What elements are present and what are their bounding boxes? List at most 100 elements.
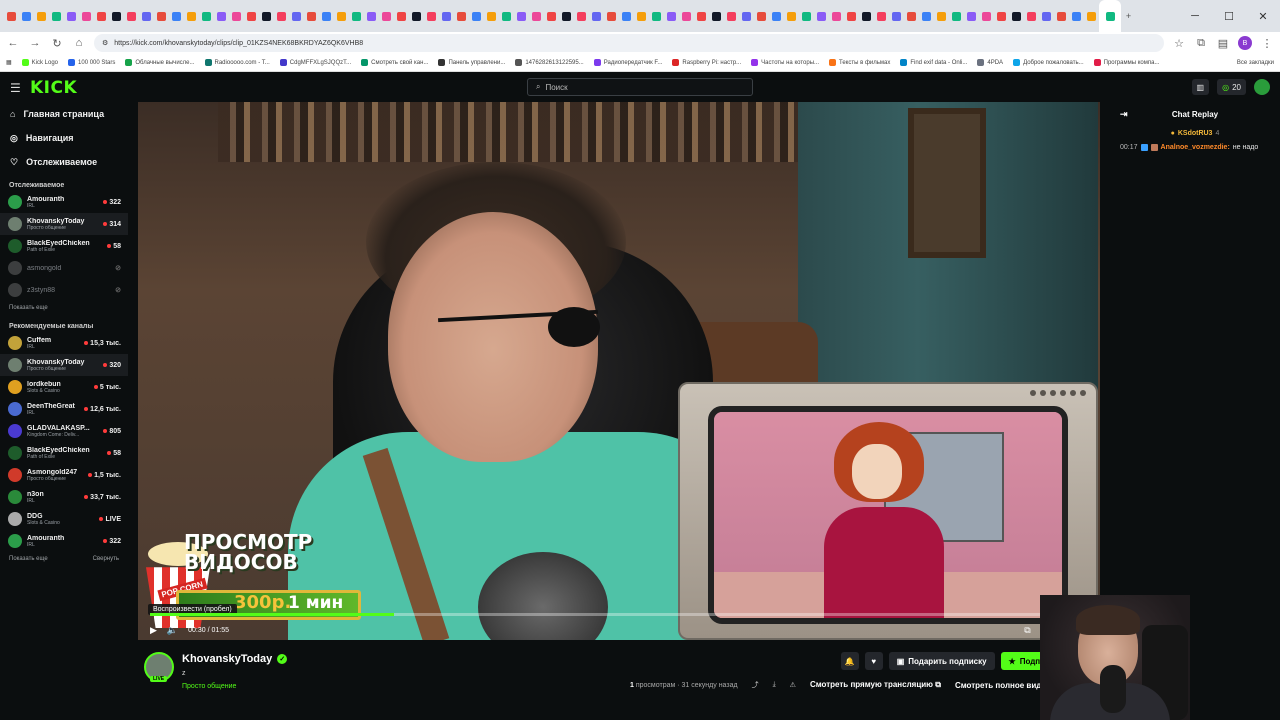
browser-tab[interactable]	[694, 0, 709, 32]
browser-tab[interactable]	[724, 0, 739, 32]
gift-sub-button[interactable]: ▣ Подарить подписку	[888, 652, 995, 670]
browser-tab[interactable]	[49, 0, 64, 32]
close-window-icon[interactable]: ✕	[1246, 0, 1280, 32]
volume-icon[interactable]: 🔈	[167, 625, 178, 636]
bookmark-item[interactable]: Kick Logo	[21, 59, 58, 66]
sidebar-channel[interactable]: Cuffem IRL 15,3 тыс.	[0, 332, 128, 354]
menu-dots-icon[interactable]: ⋮	[1260, 36, 1274, 50]
new-tab-button[interactable]: +	[1121, 0, 1136, 32]
watch-full-link[interactable]: Смотреть полное видео	[955, 681, 1051, 690]
browser-tab[interactable]	[139, 0, 154, 32]
bookmark-item[interactable]: 100 000 Stars	[68, 59, 115, 66]
browser-tab[interactable]	[859, 0, 874, 32]
user-avatar[interactable]	[1254, 79, 1270, 95]
sidebar-browser-icon[interactable]: ▤	[1216, 36, 1230, 50]
browser-tab[interactable]	[874, 0, 889, 32]
browser-tab[interactable]	[349, 0, 364, 32]
message-user[interactable]: Analnoe_vozmezdie:	[1161, 144, 1230, 151]
browser-tab[interactable]	[1069, 0, 1084, 32]
bookmark-item[interactable]: Raspberry Pi: настр...	[672, 59, 741, 66]
browser-tab[interactable]	[79, 0, 94, 32]
browser-tab[interactable]	[604, 0, 619, 32]
browser-tab[interactable]	[994, 0, 1009, 32]
browser-tab[interactable]	[829, 0, 844, 32]
browser-tab[interactable]	[214, 0, 229, 32]
extensions-icon[interactable]: ⧉	[1194, 36, 1208, 50]
browser-tab[interactable]	[274, 0, 289, 32]
browser-tab[interactable]	[1054, 0, 1069, 32]
all-bookmarks[interactable]: Все закладки	[1237, 60, 1274, 66]
browser-tab[interactable]	[529, 0, 544, 32]
browser-tab[interactable]	[199, 0, 214, 32]
url-field[interactable]: ⚙ https://kick.com/khovanskytoday/clips/…	[94, 34, 1164, 52]
notifications-button[interactable]: 🔔	[840, 652, 859, 670]
bookmark-item[interactable]: Find exif data - Onli...	[900, 59, 967, 66]
browser-tab[interactable]	[589, 0, 604, 32]
bookmark-item[interactable]: Радиопередатчик F...	[593, 59, 662, 66]
browser-tab[interactable]	[544, 0, 559, 32]
video-player[interactable]: POP CORN ПРОСМОТР ВИДОСОВ 300р. 1 мин Во…	[138, 102, 1100, 640]
play-icon[interactable]: ▶	[150, 625, 157, 636]
browser-tab[interactable]	[514, 0, 529, 32]
pip-icon[interactable]: ⧉	[1024, 625, 1030, 636]
following-show-more[interactable]: Показать еще	[0, 301, 128, 315]
bookmark-item[interactable]: Программы компа...	[1093, 59, 1159, 66]
browser-tab[interactable]	[364, 0, 379, 32]
back-icon[interactable]: ←	[6, 36, 20, 50]
kick-logo[interactable]: KICK	[30, 78, 77, 98]
sidebar-channel[interactable]: BlackEyedChicken Path of Exile 58	[0, 235, 128, 257]
browser-tab[interactable]	[664, 0, 679, 32]
browser-tab[interactable]	[259, 0, 274, 32]
maximize-icon[interactable]: ☐	[1212, 0, 1246, 32]
home-browser-icon[interactable]: ⌂	[72, 36, 86, 50]
browser-tab[interactable]	[319, 0, 334, 32]
sidebar-channel[interactable]: BlackEyedChicken Path of Exile 58	[0, 442, 128, 464]
browser-tab[interactable]	[844, 0, 859, 32]
hamburger-menu-icon[interactable]: ☰	[10, 81, 21, 95]
browser-tab[interactable]	[394, 0, 409, 32]
browser-tab[interactable]	[739, 0, 754, 32]
browser-tab[interactable]	[169, 0, 184, 32]
sidebar-channel[interactable]: z3styn88 ⊘	[0, 279, 128, 301]
browser-tab[interactable]	[1039, 0, 1054, 32]
points-button[interactable]: ◎ 20	[1217, 79, 1246, 95]
browser-tab[interactable]	[904, 0, 919, 32]
watch-live-link[interactable]: Смотреть прямую трансляцию ⧉	[810, 680, 941, 690]
collapse-chat-icon[interactable]: ⇥	[1120, 109, 1128, 120]
follow-button[interactable]: ♥	[864, 652, 883, 670]
bookmark-item[interactable]: Частоты на которы...	[751, 59, 819, 66]
browser-tab[interactable]	[649, 0, 664, 32]
browser-tab[interactable]	[439, 0, 454, 32]
browser-tab[interactable]	[754, 0, 769, 32]
browser-tab[interactable]	[4, 0, 19, 32]
apps-icon[interactable]: ▦	[6, 59, 12, 66]
sidebar-channel[interactable]: KhovanskyToday Просто общение 314	[0, 213, 128, 235]
sidebar-channel[interactable]: KhovanskyToday Просто общение 320	[0, 354, 128, 376]
browser-tab[interactable]	[964, 0, 979, 32]
browser-tab[interactable]	[679, 0, 694, 32]
browser-tab[interactable]	[634, 0, 649, 32]
browser-tab[interactable]	[574, 0, 589, 32]
sidebar-nav-item[interactable]: ⌂ Главная страница	[0, 102, 128, 126]
browser-tab[interactable]	[919, 0, 934, 32]
browser-tab[interactable]	[499, 0, 514, 32]
browser-tab[interactable]	[1024, 0, 1039, 32]
browser-tab[interactable]	[334, 0, 349, 32]
browser-tab[interactable]	[619, 0, 634, 32]
bookmark-item[interactable]: Radiooooo.com - T...	[204, 59, 270, 66]
sidebar-channel[interactable]: Asmongold247 Просто общение 1,5 тыс.	[0, 464, 128, 486]
sidebar-channel[interactable]: DDG Slots & Casino LIVE	[0, 508, 128, 530]
sidebar-nav-item[interactable]: ♡ Отслеживаемое	[0, 150, 128, 174]
browser-tab[interactable]	[934, 0, 949, 32]
sidebar-channel[interactable]: Amouranth IRL 322	[0, 530, 128, 552]
browser-tab[interactable]	[229, 0, 244, 32]
browser-tab[interactable]	[1084, 0, 1099, 32]
browser-tab[interactable]	[19, 0, 34, 32]
browser-tab[interactable]	[769, 0, 784, 32]
sidebar-channel[interactable]: DeenTheGreat IRL 12,6 тыс.	[0, 398, 128, 420]
bookmark-item[interactable]: 4PDA	[977, 59, 1003, 66]
browser-tab[interactable]	[484, 0, 499, 32]
report-icon[interactable]: ⚠	[790, 681, 796, 689]
browser-tab[interactable]	[469, 0, 484, 32]
layout-toggle-button[interactable]: ▥	[1191, 79, 1210, 95]
